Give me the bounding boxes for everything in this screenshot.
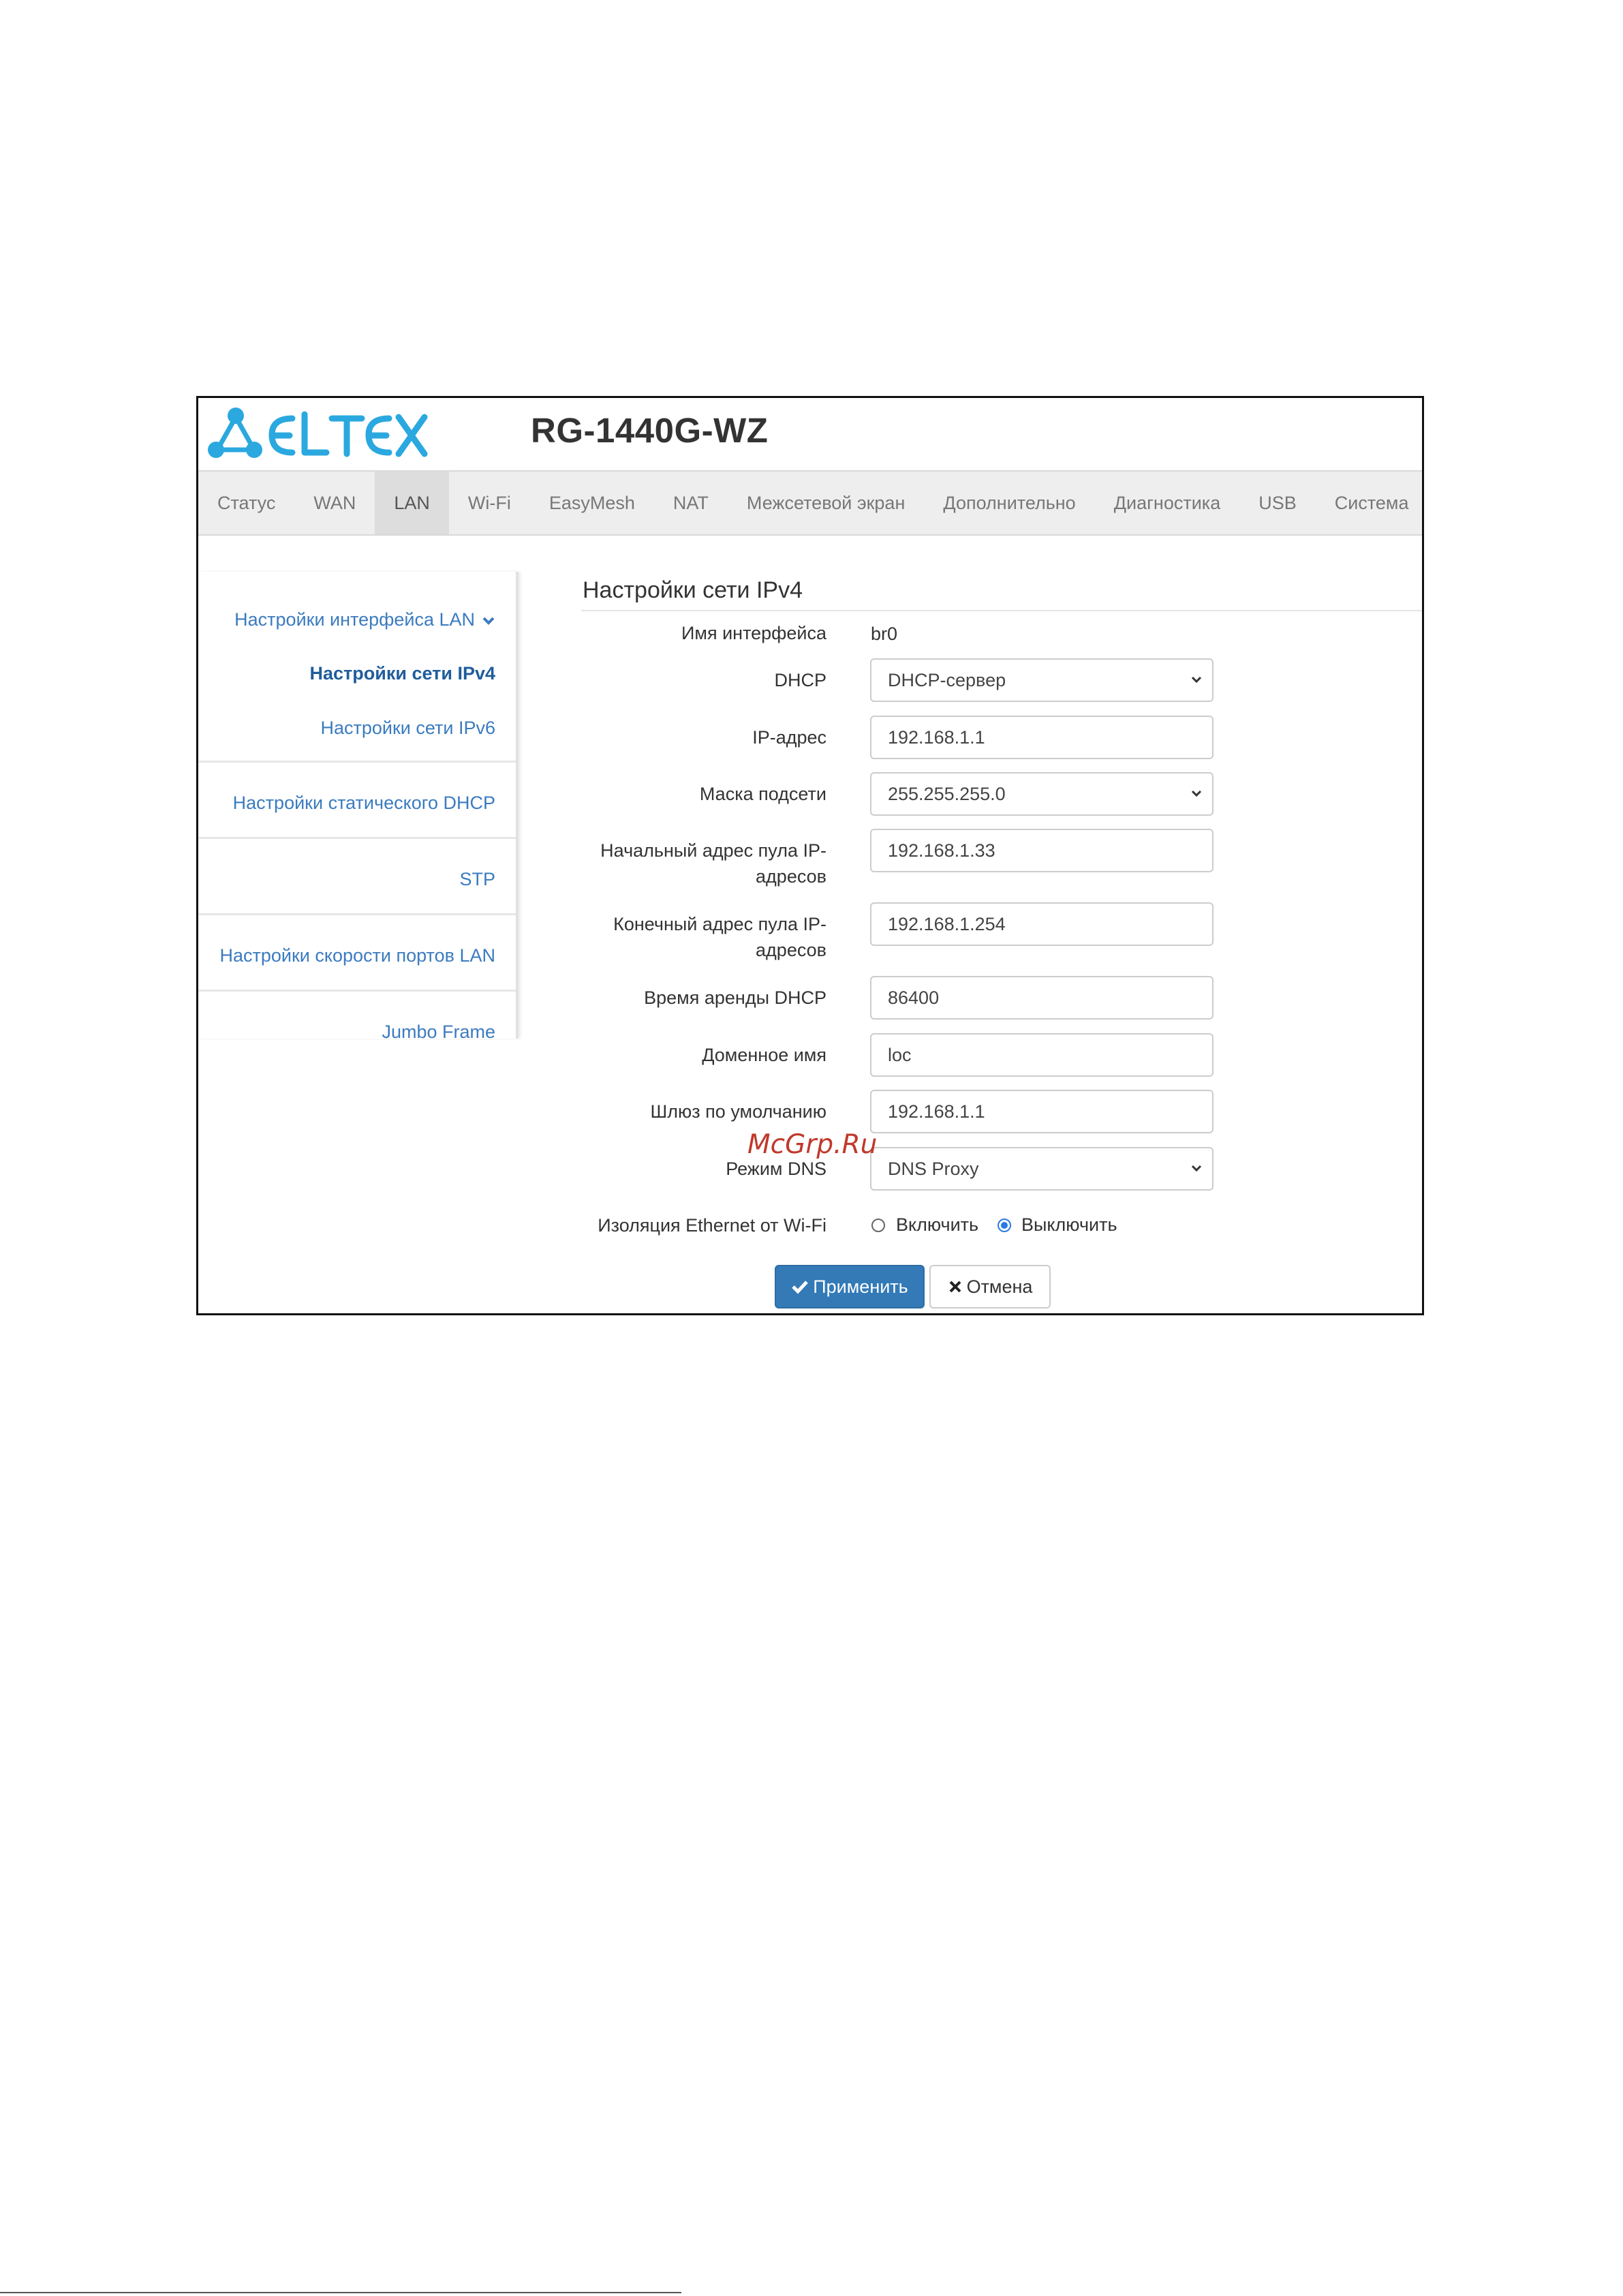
dhcp-select-value: DHCP-сервер [888,669,1006,690]
tab-wan[interactable]: WAN [294,472,375,534]
chevron-down-icon [1191,1165,1202,1172]
isolation-on-radio[interactable] [871,1219,885,1232]
dns-mode-value: DNS Proxy [888,1158,979,1179]
cancel-button-label: Отмена [966,1276,1033,1297]
sidebar-group-lan-interface[interactable]: Настройки интерфейса LAN [234,609,495,630]
sidebar-item-port-speed[interactable]: Настройки скорости портов LAN [219,945,495,966]
sidebar-divider [198,990,516,992]
interface-name-value: br0 [871,624,898,644]
watermark: McGrp.Ru [747,1129,878,1160]
dns-mode-select[interactable]: DNS Proxy [870,1147,1214,1191]
main-nav: Статус WAN LAN Wi-Fi EasyMesh NAT Межсет… [198,470,1422,536]
cancel-button[interactable]: Отмена [929,1265,1051,1308]
sidebar-group-label: Настройки интерфейса LAN [234,609,475,630]
sidebar-item-jumbo-frame[interactable]: Jumbo Frame [382,1022,495,1043]
subnet-mask-value: 255.255.255.0 [888,783,1006,804]
title-divider [581,610,1422,611]
domain-name-value: loc [888,1044,912,1065]
ip-address-label: IP-адрес [752,727,826,748]
close-icon [949,1281,961,1293]
eltex-logo [208,408,428,458]
router-web-ui: RG-1440G-WZ Статус WAN LAN Wi-Fi EasyMes… [196,396,1424,1315]
chevron-down-icon [1191,676,1202,684]
default-gateway-label: Шлюз по умолчанию [650,1101,826,1122]
sidebar-item-ipv6[interactable]: Настройки сети IPv6 [321,718,496,739]
tab-advanced[interactable]: Дополнительно [924,472,1094,534]
subnet-mask-select[interactable]: 255.255.255.0 [870,772,1214,816]
lease-time-input[interactable]: 86400 [870,976,1214,1020]
sidebar: Настройки интерфейса LAN Настройки сети … [198,572,519,1042]
sidebar-divider [198,761,516,763]
tab-lan[interactable]: LAN [375,472,449,534]
tab-system[interactable]: Система [1316,472,1422,534]
chevron-down-icon [1191,790,1202,797]
tab-nat[interactable]: NAT [654,472,728,534]
device-model-title: RG-1440G-WZ [531,411,769,450]
apply-button[interactable]: Применить [775,1265,925,1308]
page-bottom-rule [0,2292,681,2293]
isolation-on-label: Включить [896,1214,979,1235]
dhcp-label: DHCP [774,670,826,690]
tab-easymesh[interactable]: EasyMesh [530,472,654,534]
ethernet-isolation-label: Изоляция Ethernet от Wi-Fi [598,1215,826,1236]
subnet-mask-label: Маска подсети [699,784,826,804]
lease-time-value: 86400 [888,987,940,1008]
sidebar-divider [198,837,516,839]
tab-diagnostics[interactable]: Диагностика [1095,472,1240,534]
tab-firewall[interactable]: Межсетевой экран [728,472,924,534]
pool-end-label-line1: Конечный адрес пула IP- [613,914,826,934]
tab-wifi[interactable]: Wi-Fi [449,472,530,534]
sidebar-item-ipv4[interactable]: Настройки сети IPv4 [310,663,496,684]
tab-status[interactable]: Статус [198,472,294,534]
lease-time-label: Время аренды DHCP [644,988,826,1008]
pool-end-value: 192.168.1.254 [888,913,1006,934]
pool-start-value: 192.168.1.33 [888,840,995,861]
checkmark-icon [792,1281,809,1294]
default-gateway-value: 192.168.1.1 [888,1101,985,1122]
sidebar-item-stp[interactable]: STP [459,869,495,890]
dhcp-select[interactable]: DHCP-сервер [870,658,1214,702]
ip-address-value: 192.168.1.1 [888,726,985,748]
domain-name-label: Доменное имя [702,1045,826,1065]
pool-start-label-line2: адресов [756,866,826,887]
pool-start-input[interactable]: 192.168.1.33 [870,829,1214,872]
pool-end-label-line2: адресов [756,940,826,960]
interface-name-label: Имя интерфейса [681,623,826,643]
section-title: Настройки сети IPv4 [583,577,803,603]
isolation-off-radio[interactable] [998,1219,1011,1232]
tab-usb[interactable]: USB [1239,472,1316,534]
sidebar-divider [198,913,516,915]
domain-name-input[interactable]: loc [870,1033,1214,1077]
apply-button-label: Применить [813,1276,908,1297]
ip-address-input[interactable]: 192.168.1.1 [870,716,1214,759]
pool-start-label-line1: Начальный адрес пула IP- [600,840,826,861]
isolation-off-label: Выключить [1021,1214,1117,1235]
pool-end-input[interactable]: 192.168.1.254 [870,902,1214,946]
sidebar-item-static-dhcp[interactable]: Настройки статического DHCP [233,793,495,814]
chevron-down-icon [482,617,495,625]
default-gateway-input[interactable]: 192.168.1.1 [870,1090,1214,1133]
